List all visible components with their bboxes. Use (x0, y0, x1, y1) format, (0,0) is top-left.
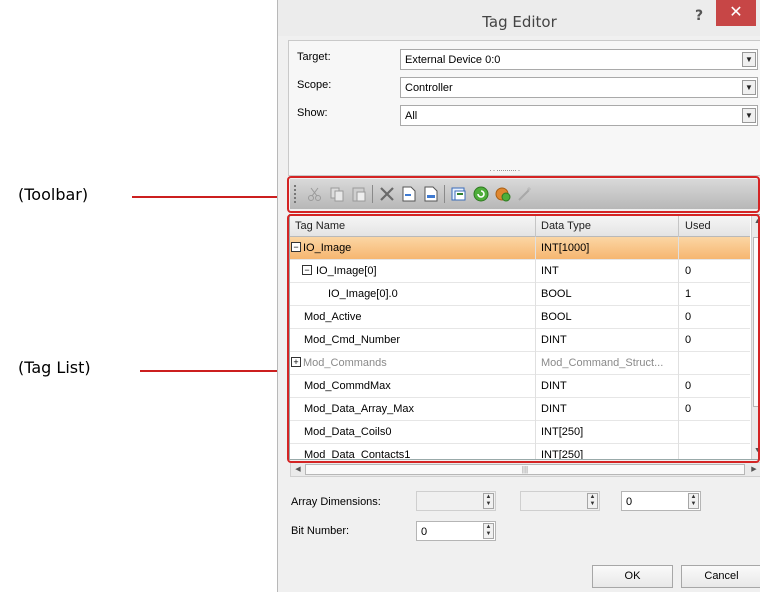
array-dim-3-value: 0 (626, 496, 633, 508)
stepper-arrows-icon[interactable]: ▲ ▼ (587, 493, 598, 509)
splitter-handle[interactable]: · · ·········· · (489, 166, 539, 175)
target-value: External Device 0:0 (405, 54, 501, 66)
array-dim-1-stepper[interactable]: ▲ ▼ (416, 491, 496, 511)
bit-number-value: 0 (421, 526, 428, 538)
target-label: Target: (297, 51, 331, 63)
target-combo[interactable]: External Device 0:0 ▼ (400, 49, 758, 70)
close-button[interactable]: ✕ (716, 0, 756, 26)
array-dim-2-stepper[interactable]: ▲ ▼ (520, 491, 600, 511)
toolbar-highlight (287, 176, 760, 213)
scope-value: Controller (405, 82, 453, 94)
array-dimensions-label: Array Dimensions: (291, 496, 381, 508)
taglist-highlight (287, 214, 760, 463)
title-bar[interactable]: Tag Editor ? ✕ (278, 0, 760, 36)
scroll-right-icon[interactable]: ▶ (748, 464, 760, 476)
taglist-leader-line (140, 370, 289, 372)
bit-number-label: Bit Number: (291, 525, 350, 537)
chevron-down-icon[interactable]: ▼ (742, 80, 756, 95)
show-combo[interactable]: All ▼ (400, 105, 758, 126)
help-button[interactable]: ? (686, 8, 712, 28)
stepper-arrows-icon[interactable]: ▲ ▼ (688, 493, 699, 509)
toolbar-callout: (Toolbar) (18, 185, 89, 204)
chevron-down-icon[interactable]: ▼ (742, 108, 756, 123)
horizontal-scrollbar[interactable]: ◀ ||| ▶ (290, 462, 760, 477)
toolbar-leader-line (132, 196, 289, 198)
chevron-down-icon[interactable]: ▼ (742, 52, 756, 67)
ok-button[interactable]: OK (592, 565, 673, 588)
filter-panel: Target: External Device 0:0 ▼ Scope: Con… (288, 40, 760, 176)
scope-combo[interactable]: Controller ▼ (400, 77, 758, 98)
scroll-left-icon[interactable]: ◀ (292, 464, 304, 476)
bit-number-stepper[interactable]: 0 ▲ ▼ (416, 521, 496, 541)
horizontal-scroll-thumb[interactable]: ||| (305, 464, 745, 475)
cancel-button[interactable]: Cancel (681, 565, 760, 588)
stepper-arrows-icon[interactable]: ▲ ▼ (483, 523, 494, 539)
show-label: Show: (297, 107, 328, 119)
show-value: All (405, 110, 418, 122)
taglist-callout: (Tag List) (18, 358, 91, 377)
stepper-arrows-icon[interactable]: ▲ ▼ (483, 493, 494, 509)
array-dim-3-stepper[interactable]: 0 ▲ ▼ (621, 491, 701, 511)
scope-label: Scope: (297, 79, 332, 91)
